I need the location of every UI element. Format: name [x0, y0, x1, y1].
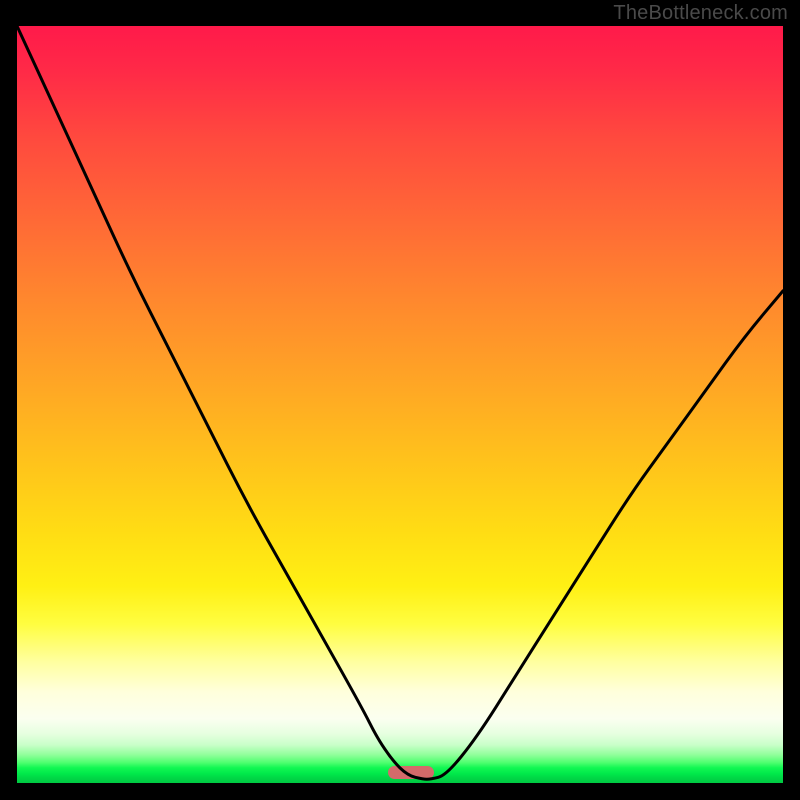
- chart-frame: TheBottleneck.com: [0, 0, 800, 800]
- bottleneck-curve: [17, 26, 783, 783]
- watermark-text: TheBottleneck.com: [613, 2, 788, 25]
- curve-path: [17, 26, 783, 779]
- plot-area: [17, 26, 783, 783]
